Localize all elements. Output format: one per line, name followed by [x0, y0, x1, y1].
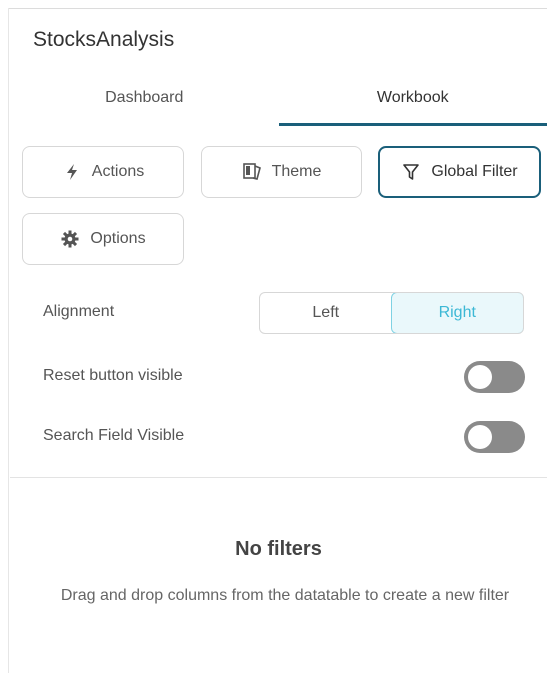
theme-button-label: Theme [271, 163, 322, 180]
gear-icon [60, 229, 80, 249]
reset-button-visible-label: Reset button visible [43, 367, 183, 384]
actions-button[interactable]: Actions [22, 146, 184, 198]
empty-state-title: No filters [235, 538, 322, 560]
theme-icon [242, 162, 262, 182]
actions-button-label: Actions [91, 163, 145, 180]
tab-workbook[interactable]: Workbook [278, 80, 547, 126]
filter-icon [401, 162, 421, 182]
global-filter-button-label: Global Filter [431, 163, 518, 180]
alignment-right-option[interactable]: Right [390, 293, 523, 333]
tab-dashboard[interactable]: Dashboard [10, 80, 279, 126]
lightning-icon [62, 162, 82, 182]
toggle-knob [468, 425, 492, 449]
global-filter-button[interactable]: Global Filter [378, 146, 541, 198]
panel-left-border [8, 8, 9, 673]
alignment-segmented-control: Left Right [259, 292, 524, 334]
empty-state-description: Drag and drop columns from the datatable… [60, 587, 510, 604]
toggle-knob [468, 365, 492, 389]
alignment-label: Alignment [43, 303, 115, 320]
options-button-label: Options [90, 230, 146, 247]
options-button[interactable]: Options [22, 213, 184, 265]
alignment-left-option[interactable]: Left [260, 293, 392, 333]
tab-bar: Dashboard Workbook [10, 80, 547, 126]
search-field-visible-label: Search Field Visible [43, 427, 185, 444]
section-divider [10, 477, 547, 478]
page-title: StocksAnalysis [33, 28, 175, 51]
search-field-visible-toggle[interactable] [464, 421, 525, 453]
panel-top-border [8, 8, 547, 9]
reset-button-visible-toggle[interactable] [464, 361, 525, 393]
theme-button[interactable]: Theme [201, 146, 362, 198]
